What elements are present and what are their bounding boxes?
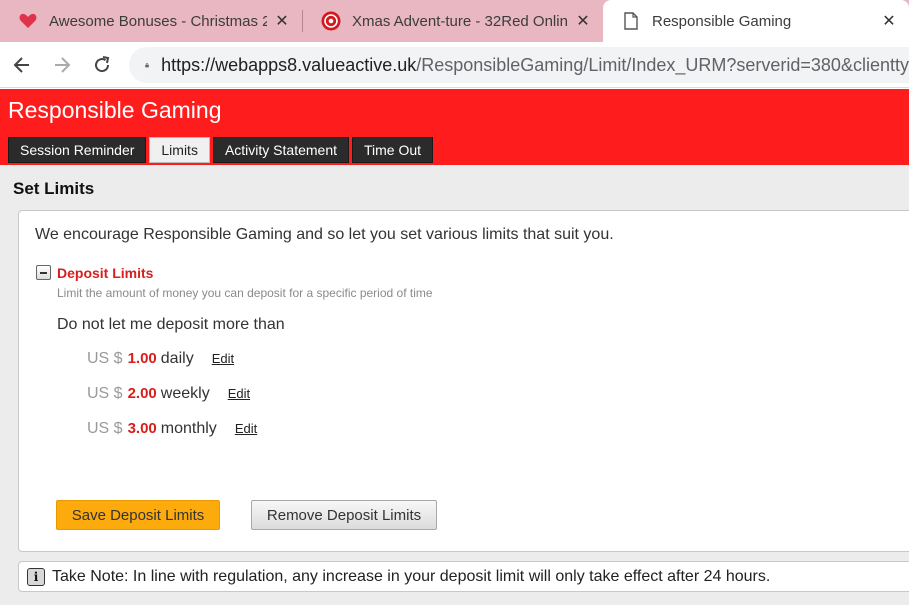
url-host: https://webapps8.valueactive.uk: [161, 54, 417, 75]
currency-label: US $: [87, 350, 123, 367]
deposit-limits-description: Limit the amount of money you can deposi…: [57, 286, 433, 300]
limit-amount: 2.00: [127, 385, 157, 402]
limits-panel: We encourage Responsible Gaming and so l…: [18, 210, 909, 552]
collapse-toggle-minus-icon[interactable]: [36, 265, 51, 280]
edit-monthly-link[interactable]: Edit: [235, 421, 257, 436]
limit-row-monthly: US $ 3.00 monthly Edit: [87, 420, 257, 438]
page-icon: [621, 11, 641, 31]
close-icon[interactable]: ✕: [879, 11, 899, 31]
limit-period: monthly: [160, 420, 217, 437]
url-text: https://webapps8.valueactive.uk/Responsi…: [161, 55, 909, 76]
save-deposit-limits-button[interactable]: Save Deposit Limits: [56, 500, 220, 530]
limit-period: daily: [160, 350, 194, 367]
intro-text: We encourage Responsible Gaming and so l…: [35, 226, 614, 243]
close-icon[interactable]: ✕: [573, 11, 593, 31]
limit-row-weekly: US $ 2.00 weekly Edit: [87, 385, 250, 403]
info-icon: i: [27, 567, 45, 586]
lock-icon: [145, 62, 149, 68]
heart-icon: [18, 11, 38, 31]
32red-logo-icon: [321, 11, 341, 31]
deposit-limits-heading[interactable]: Deposit Limits: [57, 265, 153, 281]
limit-amount: 1.00: [127, 350, 157, 367]
tab-time-out[interactable]: Time Out: [352, 137, 434, 163]
edit-weekly-link[interactable]: Edit: [228, 386, 250, 401]
main-content: Set Limits We encourage Responsible Gami…: [0, 165, 909, 605]
forward-arrow-icon[interactable]: [48, 51, 76, 79]
url-path: /ResponsibleGaming/Limit/Index_URM?serve…: [416, 54, 909, 75]
currency-label: US $: [87, 420, 123, 437]
take-note-banner: i Take Note: In line with regulation, an…: [18, 561, 909, 592]
section-title: Set Limits: [13, 179, 95, 198]
edit-daily-link[interactable]: Edit: [212, 351, 234, 366]
tab-title: Xmas Advent-ture - 32Red Online Casino: [352, 12, 568, 30]
limit-row-daily: US $ 1.00 daily Edit: [87, 350, 234, 368]
back-arrow-icon[interactable]: [8, 51, 36, 79]
browser-tab-responsible-gaming[interactable]: Responsible Gaming ✕: [603, 0, 909, 42]
close-icon[interactable]: ✕: [272, 11, 292, 31]
browser-tab-xmas-adventure[interactable]: Xmas Advent-ture - 32Red Online Casino ✕: [303, 0, 603, 42]
browser-tabstrip: Awesome Bonuses - Christmas 2020 ✕ Xmas …: [0, 0, 909, 42]
limit-amount: 3.00: [127, 420, 157, 437]
tab-limits[interactable]: Limits: [149, 137, 210, 163]
tab-session-reminder[interactable]: Session Reminder: [8, 137, 147, 163]
limit-period: weekly: [160, 385, 210, 402]
page-header: Responsible Gaming Session Reminder Limi…: [0, 89, 909, 165]
tab-title: Awesome Bonuses - Christmas 2020: [49, 12, 267, 30]
take-note-text: Take Note: In line with regulation, any …: [52, 567, 771, 585]
address-bar[interactable]: https://webapps8.valueactive.uk/Responsi…: [129, 47, 909, 83]
reload-icon[interactable]: [88, 51, 116, 79]
section-nav: Session Reminder Limits Activity Stateme…: [8, 137, 436, 163]
deposit-lead-text: Do not let me deposit more than: [57, 316, 285, 333]
browser-tab-awesome-bonuses[interactable]: Awesome Bonuses - Christmas 2020 ✕: [0, 0, 302, 42]
browser-toolbar: https://webapps8.valueactive.uk/Responsi…: [0, 42, 909, 88]
page-title: Responsible Gaming: [8, 97, 222, 123]
tab-title: Responsible Gaming: [652, 12, 792, 30]
tab-activity-statement[interactable]: Activity Statement: [212, 137, 349, 163]
remove-deposit-limits-button[interactable]: Remove Deposit Limits: [251, 500, 437, 530]
currency-label: US $: [87, 385, 123, 402]
